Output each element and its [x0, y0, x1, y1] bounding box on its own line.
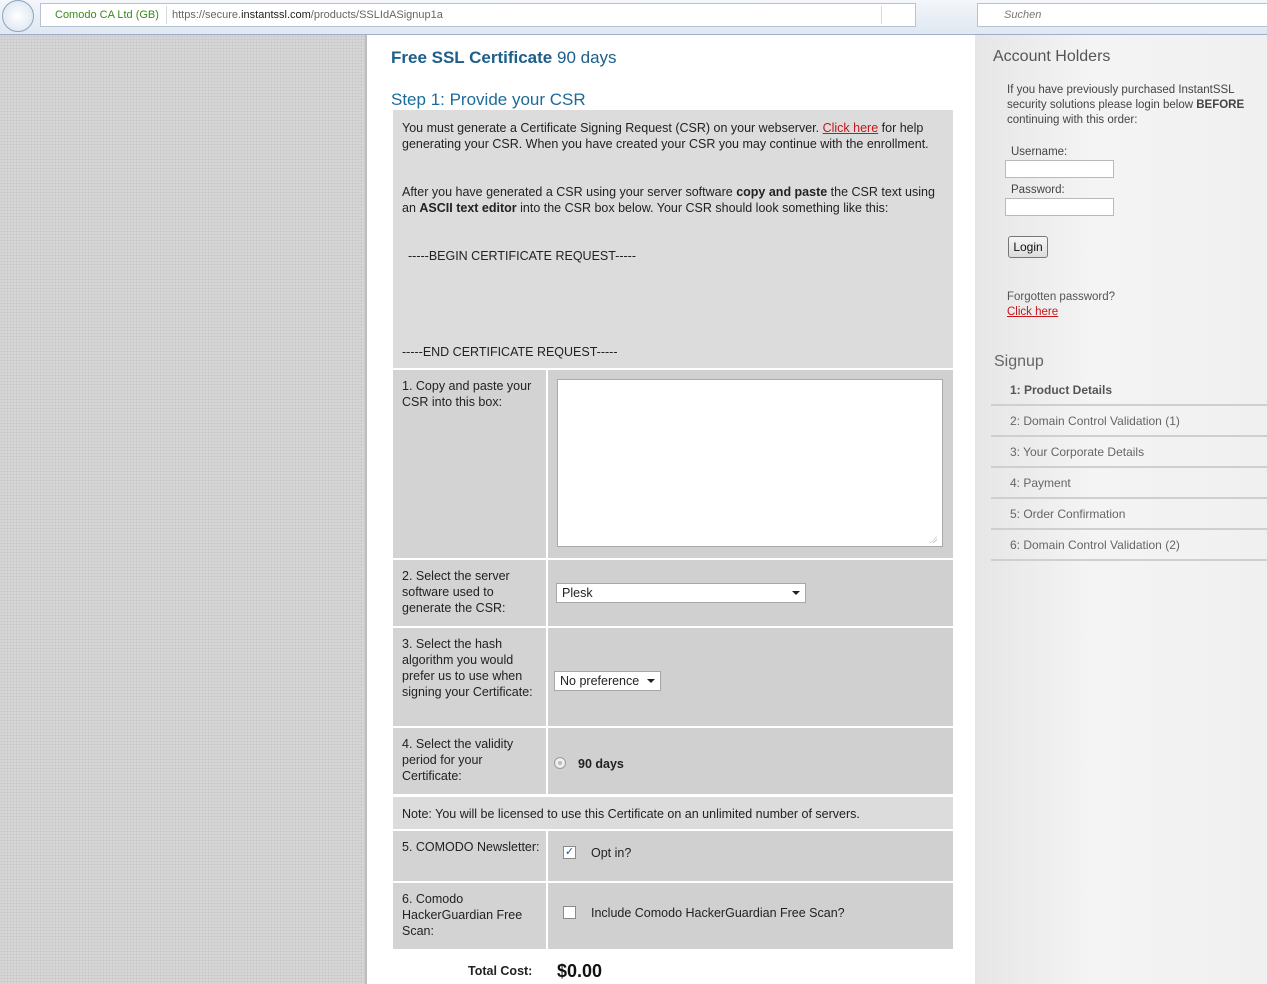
- hash-algorithm-label: 3. Select the hash algorithm you would p…: [402, 637, 533, 699]
- license-note: Note: You will be licensed to use this C…: [393, 795, 953, 829]
- address-end-divider: [881, 6, 882, 24]
- csr-input-row: 1. Copy and paste your CSR into this box…: [393, 368, 953, 558]
- title-duration: 90 days: [552, 48, 617, 67]
- chevron-down-icon: [792, 591, 800, 595]
- hackerguardian-row: 6. Comodo HackerGuardian Free Scan: Incl…: [393, 881, 953, 949]
- browser-toolbar: Comodo CA Ltd (GB) https://secure.instan…: [0, 0, 1267, 35]
- password-label: Password:: [1011, 184, 1065, 196]
- site-identity[interactable]: Comodo CA Ltd (GB): [55, 9, 159, 21]
- signup-step-label: 6: Domain Control Validation (2): [1010, 538, 1180, 552]
- csr-intro-text: You must generate a Certificate Signing …: [402, 121, 823, 135]
- login-button[interactable]: Login: [1008, 236, 1048, 258]
- csr-after: After you have generated a CSR using you…: [402, 184, 947, 216]
- signup-step-order-confirmation[interactable]: 5: Order Confirmation: [991, 499, 1267, 530]
- signup-step-domain-validation-1[interactable]: 2: Domain Control Validation (1): [991, 406, 1267, 437]
- hackerguardian-cell: Include Comodo HackerGuardian Free Scan?: [548, 883, 953, 949]
- total-cost-value: $0.00: [557, 961, 603, 981]
- username-field[interactable]: [1005, 160, 1114, 178]
- csr-instructions: You must generate a Certificate Signing …: [393, 110, 953, 368]
- server-software-cell: Plesk: [548, 560, 953, 626]
- csr-input-label: 1. Copy and paste your CSR into this box…: [402, 379, 532, 409]
- username-label: Username:: [1011, 146, 1068, 158]
- account-holders-heading: Account Holders: [993, 48, 1111, 65]
- back-button[interactable]: [2, 0, 34, 32]
- hackerguardian-option-label: Include Comodo HackerGuardian Free Scan?: [591, 906, 845, 920]
- csr-begin-marker: -----BEGIN CERTIFICATE REQUEST-----: [408, 249, 636, 263]
- sidebar: Account Holders If you have previously p…: [975, 35, 1267, 984]
- url-domain: instantssl.com: [241, 9, 311, 21]
- csr-help-link[interactable]: Click here: [823, 121, 879, 135]
- csr-input-label-cell: 1. Copy and paste your CSR into this box…: [393, 370, 548, 558]
- page-background: [0, 35, 365, 984]
- account-text-bold: BEFORE: [1196, 99, 1245, 111]
- signup-step-product-details[interactable]: 1: Product Details: [991, 375, 1267, 406]
- signup-step-label: 2: Domain Control Validation (1): [1010, 414, 1180, 428]
- csr-after-text: After you have generated a CSR using you…: [402, 185, 737, 199]
- csr-textarea[interactable]: [557, 379, 943, 547]
- hackerguardian-checkbox[interactable]: [563, 906, 576, 919]
- validity-option-label: 90 days: [578, 757, 624, 771]
- newsletter-option-label: Opt in?: [591, 846, 632, 860]
- signup-step-label: 1: Product Details: [1010, 383, 1113, 397]
- resize-grip-icon[interactable]: [930, 536, 937, 543]
- page-title: Free SSL Certificate 90 days: [391, 48, 617, 68]
- address-divider: [166, 6, 167, 24]
- password-field[interactable]: [1005, 198, 1114, 216]
- license-note-text: Note: You will be licensed to use this C…: [402, 807, 860, 821]
- server-software-value: Plesk: [562, 586, 593, 600]
- signup-step-payment[interactable]: 4: Payment: [991, 468, 1267, 499]
- hackerguardian-label: 6. Comodo HackerGuardian Free Scan:: [402, 892, 523, 938]
- newsletter-label: 5. COMODO Newsletter:: [402, 840, 540, 854]
- total-cost-label: Total Cost:: [468, 964, 533, 978]
- csr-after-bold: copy and paste: [736, 185, 828, 199]
- signup-step-domain-validation-2[interactable]: 6: Domain Control Validation (2): [991, 530, 1267, 561]
- signup-step-label: 5: Order Confirmation: [1010, 507, 1126, 521]
- csr-input-cell: [548, 370, 953, 558]
- csr-after-text-3: into the CSR box below. Your CSR should …: [516, 201, 889, 215]
- address-bar[interactable]: Comodo CA Ltd (GB) https://secure.instan…: [40, 3, 916, 27]
- url-path: /products/SSLIdASignup1a: [310, 9, 443, 21]
- chevron-down-icon: [647, 679, 655, 683]
- newsletter-cell: ✓ Opt in?: [548, 831, 953, 881]
- hackerguardian-label-cell: 6. Comodo HackerGuardian Free Scan:: [393, 883, 548, 949]
- account-text-2: continuing with this order:: [1007, 114, 1138, 126]
- server-software-label: 2. Select the server software used to ge…: [402, 569, 510, 615]
- csr-after-bold-2: ASCII text editor: [419, 201, 517, 215]
- validity-period-label-cell: 4. Select the validity period for your C…: [393, 728, 548, 794]
- newsletter-checkbox[interactable]: ✓: [563, 846, 576, 859]
- hash-algorithm-label-cell: 3. Select the hash algorithm you would p…: [393, 628, 548, 726]
- search-input[interactable]: Suchen: [977, 3, 1267, 27]
- step-heading: Step 1: Provide your CSR: [391, 90, 586, 109]
- forgotten-password-text: Forgotten password?: [1007, 291, 1116, 303]
- signup-heading: Signup: [994, 353, 1044, 370]
- newsletter-row: 5. COMODO Newsletter: ✓ Opt in?: [393, 829, 953, 881]
- server-software-select[interactable]: Plesk: [556, 583, 806, 603]
- validity-period-row: 4. Select the validity period for your C…: [393, 726, 953, 794]
- account-holders-text: If you have previously purchased Instant…: [1007, 83, 1262, 128]
- validity-radio[interactable]: [554, 757, 566, 769]
- hash-algorithm-select[interactable]: No preference: [554, 671, 661, 691]
- server-software-label-cell: 2. Select the server software used to ge…: [393, 560, 548, 626]
- forgotten-password-link[interactable]: Click here: [1007, 306, 1058, 318]
- csr-end-marker: -----END CERTIFICATE REQUEST-----: [402, 345, 618, 359]
- validity-period-cell: 90 days: [548, 728, 953, 794]
- url-text[interactable]: https://secure.instantssl.com/products/S…: [172, 9, 443, 21]
- server-software-row: 2. Select the server software used to ge…: [393, 558, 953, 626]
- search-placeholder: Suchen: [1004, 9, 1042, 21]
- signup-step-corporate-details[interactable]: 3: Your Corporate Details: [991, 437, 1267, 468]
- forgotten-password: Forgotten password? Click here: [1007, 290, 1115, 320]
- url-prefix: https://secure.: [172, 9, 242, 21]
- signup-step-label: 4: Payment: [1010, 476, 1071, 490]
- validity-period-label: 4. Select the validity period for your C…: [402, 737, 514, 783]
- csr-intro: You must generate a Certificate Signing …: [402, 120, 947, 152]
- hash-algorithm-value: No preference: [560, 674, 640, 688]
- hash-algorithm-row: 3. Select the hash algorithm you would p…: [393, 626, 953, 726]
- hash-algorithm-cell: No preference: [548, 628, 953, 726]
- signup-step-label: 3: Your Corporate Details: [1010, 445, 1145, 459]
- title-product: Free SSL Certificate: [391, 48, 553, 67]
- newsletter-label-cell: 5. COMODO Newsletter:: [393, 831, 548, 881]
